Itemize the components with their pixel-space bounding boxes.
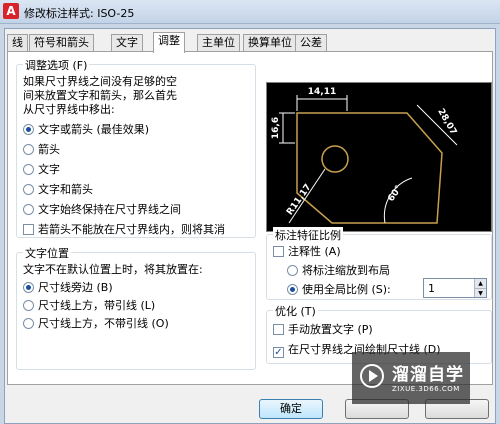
radio-label: 将标注缩放到布局 (302, 264, 390, 277)
dim-text-radius: R11,17 (285, 182, 313, 217)
fit-description-line-3: 从尺寸界线中移出: (23, 103, 115, 116)
checkbox-icon (23, 224, 34, 235)
radio-label: 文字 (38, 163, 60, 176)
text-placement-group: 文字位置 文字不在默认位置上时，将其放置在: 尺寸线旁边 (B) 尺寸线上方，带… (16, 245, 256, 370)
radio-icon (23, 144, 34, 155)
radio-scale-to-layout[interactable]: 将标注缩放到布局 (287, 262, 390, 278)
dim-text-right: 28,07 (435, 107, 458, 137)
watermark-title: 溜溜自学 (392, 365, 464, 385)
radio-label: 文字和箭头 (38, 183, 93, 196)
dim-text-top: 14,11 (308, 87, 336, 97)
global-scale-spinner[interactable]: 1 ▲ ▼ (423, 278, 487, 298)
radio-icon (287, 265, 298, 276)
preview-hole (321, 145, 349, 173)
watermark-overlay: 溜溜自学 ZIXUE.3D66.COM (352, 352, 470, 404)
play-logo-icon (360, 364, 384, 388)
checkbox-icon (273, 246, 284, 257)
tab-primary-units[interactable]: 主单位 (197, 34, 240, 52)
radio-label: 尺寸线旁边 (B) (38, 281, 113, 294)
spin-down-icon[interactable]: ▼ (474, 288, 486, 297)
title-bar: A 修改标注样式: ISO-25 (0, 0, 500, 24)
radio-over-without-leader[interactable]: 尺寸线上方，不带引线 (O) (23, 315, 169, 331)
radio-beside-dim-line[interactable]: 尺寸线旁边 (B) (23, 279, 113, 295)
scale-legend: 标注特征比例 (273, 227, 343, 243)
radio-global-scale[interactable]: 使用全局比例 (S): (287, 281, 391, 297)
fit-options-group: 调整选项 (F) 如果尺寸界线之间没有足够的空 间来放置文字和箭头，那么首先 从… (16, 57, 256, 238)
spin-up-icon[interactable]: ▲ (474, 279, 486, 288)
preview-drawing: 14,11 16,6 28,07 60° R11,17 (271, 87, 458, 224)
text-placement-legend: 文字位置 (23, 245, 71, 261)
radio-text-and-arrows[interactable]: 文字和箭头 (23, 181, 93, 197)
dimension-preview: 14,11 16,6 28,07 60° R11,17 (266, 82, 492, 232)
radio-label: 箭头 (38, 143, 60, 156)
manual-text-placement-checkbox[interactable]: 手动放置文字 (P) (273, 321, 373, 337)
autocad-app-icon: A (3, 3, 19, 19)
radio-icon (23, 318, 34, 329)
checkbox-label: 若箭头不能放在尺寸界线内，则将其消 (38, 223, 225, 236)
radio-label: 尺寸线上方，带引线 (L) (38, 299, 156, 312)
checkbox-label: 注释性 (A) (288, 245, 341, 258)
radio-icon (23, 164, 34, 175)
fine-tuning-legend: 优化 (T) (273, 303, 318, 319)
checkbox-checked-icon: ✓ (273, 347, 284, 358)
radio-selected-icon (23, 124, 34, 135)
scale-group: 标注特征比例 注释性 (A) 将标注缩放到布局 使用全局比例 (S): 1 ▲ … (266, 227, 492, 300)
checkbox-label: 手动放置文字 (P) (288, 323, 373, 336)
dim-text-left: 16,6 (271, 117, 281, 139)
radio-selected-icon (23, 282, 34, 293)
radio-over-with-leader[interactable]: 尺寸线上方，带引线 (L) (23, 297, 155, 313)
radio-label: 使用全局比例 (S): (302, 283, 391, 296)
global-scale-value[interactable]: 1 (428, 282, 435, 295)
checkbox-icon (273, 324, 284, 335)
fit-tab-panel: 调整选项 (F) 如果尺寸界线之间没有足够的空 间来放置文字和箭头，那么首先 从… (7, 51, 493, 385)
radio-text[interactable]: 文字 (23, 161, 60, 177)
fit-options-legend: 调整选项 (F) (23, 57, 90, 73)
radio-label: 尺寸线上方，不带引线 (O) (38, 317, 169, 330)
tab-fit[interactable]: 调整 (153, 32, 185, 53)
annotative-checkbox[interactable]: 注释性 (A) (273, 243, 341, 259)
tab-lines[interactable]: 线 (7, 34, 28, 52)
radio-label: 文字始终保持在尺寸界线之间 (38, 203, 181, 216)
radio-icon (23, 184, 34, 195)
radio-arrows[interactable]: 箭头 (23, 141, 60, 157)
ok-button[interactable]: 确定 (259, 399, 323, 419)
tab-symbols-arrows[interactable]: 符号和箭头 (29, 34, 94, 52)
radio-keep-text-between[interactable]: 文字始终保持在尺寸界线之间 (23, 201, 181, 217)
suppress-arrows-checkbox[interactable]: 若箭头不能放在尺寸界线内，则将其消 (23, 221, 225, 237)
radio-selected-icon (287, 284, 298, 295)
radio-icon (23, 204, 34, 215)
tab-text[interactable]: 文字 (111, 34, 143, 52)
preview-outline (296, 112, 443, 224)
watermark-url: ZIXUE.3D66.COM (392, 385, 460, 393)
radio-text-or-arrows[interactable]: 文字或箭头 (最佳效果) (23, 121, 149, 137)
tab-tolerances[interactable]: 公差 (295, 34, 327, 52)
dim-text-angle: 60° (386, 184, 404, 204)
radio-icon (23, 300, 34, 311)
text-placement-description: 文字不在默认位置上时，将其放置在: (23, 263, 203, 276)
radio-label: 文字或箭头 (最佳效果) (38, 123, 150, 136)
tab-alternate-units[interactable]: 换算单位 (243, 34, 297, 52)
window-title: 修改标注样式: ISO-25 (24, 7, 135, 20)
